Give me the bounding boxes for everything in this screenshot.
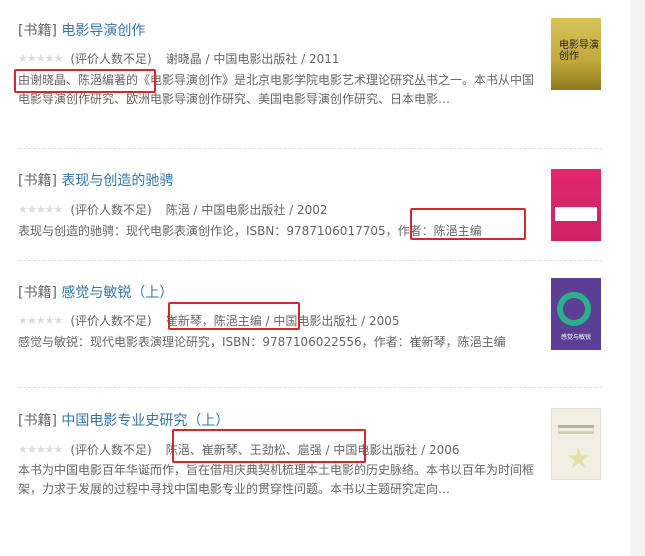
- book-cover[interactable]: 感觉与敏锐: [551, 278, 601, 350]
- highlight-box: [410, 208, 526, 240]
- book-tag: [书籍]: [18, 413, 57, 429]
- book-title-link[interactable]: [书籍] 电影导演创作: [18, 20, 145, 40]
- cover-lines: [558, 425, 594, 428]
- book-meta: 谢晓晶 / 中国电影出版社 / 2011: [165, 52, 340, 66]
- rating-stars-icon: ★★★★★: [18, 52, 63, 65]
- rating-stars-icon: ★★★★★: [18, 443, 63, 456]
- rating-text: (评价人数不足): [70, 314, 152, 328]
- star-icon: ★: [566, 442, 592, 475]
- book-description: 感觉与敏锐：现代电影表演理论研究，ISBN：9787106022556，作者：崔…: [18, 335, 506, 349]
- book-title[interactable]: 中国电影专业史研究（上）: [61, 413, 229, 429]
- book-cover[interactable]: 电影导演创作: [551, 18, 601, 90]
- book-cover[interactable]: [551, 169, 601, 241]
- rating-text: (评价人数不足): [70, 443, 152, 457]
- book-meta-row: ★★★★★ (评价人数不足) 陈浥 / 中国电影出版社 / 2002: [18, 201, 328, 218]
- book-meta: 陈浥 / 中国电影出版社 / 2002: [165, 203, 328, 217]
- book-result-list: [书籍] 电影导演创作 ★★★★★ (评价人数不足) 谢晓晶 / 中国电影出版社…: [0, 0, 645, 556]
- book-title-link[interactable]: [书籍] 感觉与敏锐（上）: [18, 282, 173, 302]
- book-title-link[interactable]: [书籍] 表现与创造的驰骋: [18, 170, 173, 190]
- scrollbar[interactable]: [630, 0, 645, 556]
- rating-text: (评价人数不足): [70, 52, 152, 66]
- highlight-box: [172, 429, 366, 463]
- divider: [18, 387, 602, 388]
- cover-band: [555, 207, 597, 221]
- rating-stars-icon: ★★★★★: [18, 203, 63, 216]
- book-title[interactable]: 电影导演创作: [61, 23, 145, 39]
- highlight-box: [168, 302, 300, 330]
- book-description: 本书为中国电影百年华诞而作，旨在借用庆典契机梳理本土电影的历史脉络。本书以百年为…: [18, 463, 535, 496]
- rating-stars-icon: ★★★★★: [18, 314, 63, 327]
- book-title[interactable]: 表现与创造的驰骋: [61, 173, 173, 189]
- book-title[interactable]: 感觉与敏锐（上）: [61, 285, 173, 301]
- highlight-box: [14, 69, 156, 93]
- cover-title: 感觉与敏锐: [561, 334, 592, 341]
- cover-ring: [557, 292, 591, 326]
- cover-title: 电影导演创作: [559, 40, 599, 62]
- book-tag: [书籍]: [18, 285, 57, 301]
- book-cover[interactable]: ★: [551, 408, 601, 480]
- book-meta-row: ★★★★★ (评价人数不足) 谢晓晶 / 中国电影出版社 / 2011: [18, 50, 340, 67]
- rating-text: (评价人数不足): [70, 203, 152, 217]
- book-title-link[interactable]: [书籍] 中国电影专业史研究（上）: [18, 410, 229, 430]
- book-tag: [书籍]: [18, 173, 57, 189]
- book-tag: [书籍]: [18, 23, 57, 39]
- divider: [18, 148, 602, 149]
- divider: [18, 260, 602, 261]
